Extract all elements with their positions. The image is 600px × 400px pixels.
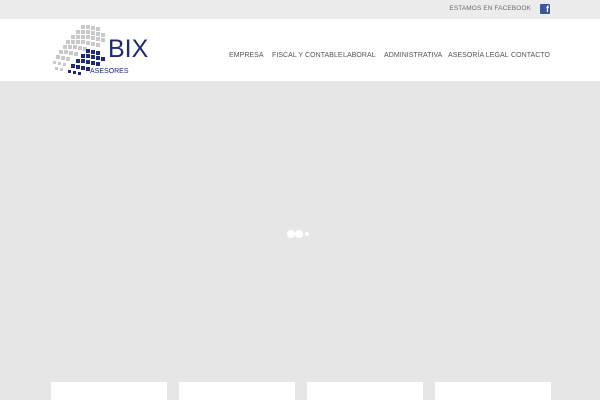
nav-item-administrativa[interactable]: ADMINISTRATIVA <box>384 52 442 59</box>
feature-card-1[interactable] <box>51 382 167 400</box>
loading-dots-icon <box>287 229 311 239</box>
facebook-icon[interactable]: f <box>540 4 550 14</box>
logo[interactable]: BIX ASESORES <box>51 23 155 77</box>
logo-subtitle-text: ASESORES <box>90 68 129 75</box>
nav-item-empresa[interactable]: EMPRESA <box>229 52 264 59</box>
top-bar: ESTAMOS EN FACEBOOK f <box>0 0 600 19</box>
feature-card-3[interactable] <box>307 382 423 400</box>
nav-item-fiscal-y-contable[interactable]: FISCAL Y CONTABLE <box>272 52 343 59</box>
main-nav: EMPRESA FISCAL Y CONTABLE LABORAL ADMINI… <box>0 52 600 62</box>
hero-slider <box>0 81 600 400</box>
site-header: BIX ASESORES EMPRESA FISCAL Y CONTABLE L… <box>0 19 600 81</box>
feature-card-4[interactable] <box>435 382 551 400</box>
nav-item-laboral[interactable]: LABORAL <box>343 52 376 59</box>
logo-mosaic-icon: BIX ASESORES <box>53 25 149 75</box>
facebook-link[interactable]: ESTAMOS EN FACEBOOK <box>449 5 531 12</box>
nav-item-contacto[interactable]: CONTACTO <box>511 52 550 59</box>
feature-card-2[interactable] <box>179 382 295 400</box>
nav-item-asesoria-legal[interactable]: ASESORÍA LEGAL <box>448 52 509 59</box>
